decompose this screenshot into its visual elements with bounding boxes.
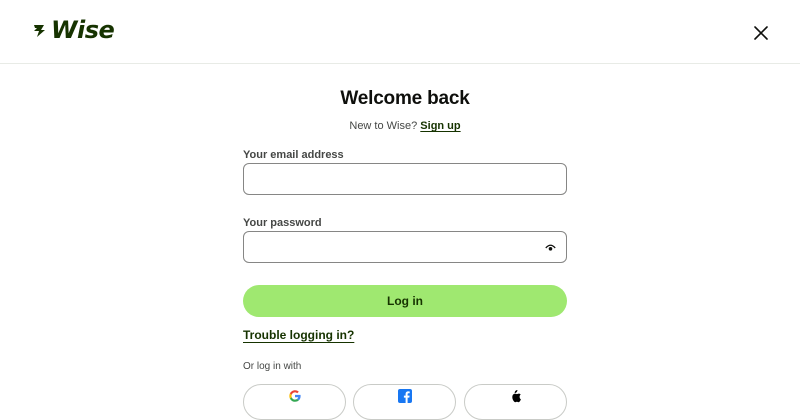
password-field[interactable] <box>243 231 567 263</box>
brand-name: Wise <box>51 16 115 44</box>
email-field[interactable] <box>243 163 567 195</box>
signup-prompt-line: New to Wise? Sign up <box>0 120 800 132</box>
google-login-button[interactable] <box>243 384 346 420</box>
social-login-label: Or log in with <box>243 361 302 372</box>
apple-login-button[interactable] <box>464 384 567 420</box>
page-title: Welcome back <box>340 88 470 109</box>
show-password-button[interactable] <box>542 240 558 256</box>
trouble-logging-in-link[interactable]: Trouble logging in? <box>243 328 354 342</box>
facebook-icon <box>397 389 412 403</box>
email-label: Your email address <box>243 149 344 161</box>
password-label: Your password <box>243 217 322 229</box>
login-button[interactable]: Log in <box>243 285 567 317</box>
top-bar: Wise <box>0 0 800 64</box>
apple-icon <box>512 390 521 403</box>
signup-link[interactable]: Sign up <box>420 120 460 132</box>
eye-icon <box>544 244 556 251</box>
wise-flag-icon <box>34 25 45 37</box>
close-button[interactable] <box>750 22 772 44</box>
close-icon <box>754 26 768 40</box>
signup-prompt-text: New to Wise? <box>349 120 418 132</box>
google-icon <box>288 390 301 402</box>
wise-logo[interactable]: Wise <box>33 16 115 44</box>
facebook-login-button[interactable] <box>353 384 456 420</box>
